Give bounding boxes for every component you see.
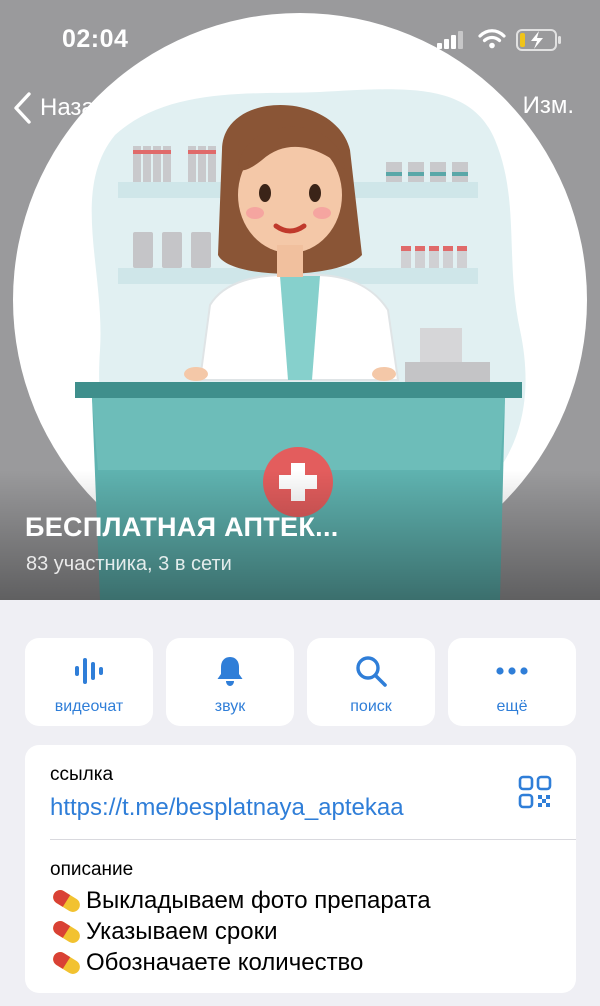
- edit-button[interactable]: Изм.: [523, 92, 574, 120]
- more-button[interactable]: ещё: [448, 638, 576, 726]
- pill-icon: [53, 920, 80, 943]
- bell-icon: [217, 657, 243, 686]
- battery-charging-icon: [516, 29, 561, 51]
- more-icon: [496, 667, 528, 675]
- link-label: ссылка: [50, 764, 114, 785]
- qr-code-icon[interactable]: [518, 775, 552, 809]
- description-line: Указываем сроки: [50, 916, 431, 947]
- description-text: Выкладываем фото препарата Указываем сро…: [50, 885, 431, 978]
- sound-label: звук: [214, 698, 246, 715]
- description-line-text: Выкладываем фото препарата: [86, 886, 431, 914]
- voice-chat-icon: [75, 658, 103, 684]
- group-info-card: ссылка https://t.me/besplatnaya_aptekaa …: [25, 745, 576, 993]
- search-label: поиск: [350, 698, 392, 715]
- back-button-label: Назад: [40, 94, 109, 121]
- description-line: Выкладываем фото препарата: [50, 885, 431, 916]
- voice-chat-button[interactable]: видеочат: [25, 638, 153, 726]
- back-button[interactable]: Назад: [12, 88, 109, 128]
- chevron-left-icon: [14, 92, 31, 124]
- status-bar: 02:04: [0, 0, 600, 80]
- divider: [50, 839, 576, 840]
- profile-header: 02:04 Назад Изм. БЕСПЛАТНАЯ АПТЕК... 83 …: [0, 0, 600, 600]
- action-buttons-row: видеочат звук поиск ещё: [25, 638, 576, 726]
- group-title: БЕСПЛАТНАЯ АПТЕК...: [25, 512, 339, 542]
- group-member-count: 83 участника, 3 в сети: [26, 553, 232, 575]
- cellular-signal-icon: [437, 31, 463, 49]
- wifi-icon: [478, 29, 506, 49]
- pill-icon: [53, 889, 80, 912]
- pill-icon: [53, 951, 80, 974]
- description-line-text: Указываем сроки: [86, 917, 278, 945]
- description-line-text: Обозначаете количество: [86, 948, 364, 976]
- search-button[interactable]: поиск: [307, 638, 435, 726]
- search-icon: [356, 656, 387, 687]
- description-label: описание: [50, 859, 134, 880]
- invite-link[interactable]: https://t.me/besplatnaya_aptekaa: [50, 794, 404, 822]
- voice-chat-label: видеочат: [54, 698, 124, 715]
- description-line: Обозначаете количество: [50, 947, 431, 978]
- status-time: 02:04: [62, 25, 129, 53]
- sound-button[interactable]: звук: [166, 638, 294, 726]
- more-label: ещё: [496, 698, 528, 715]
